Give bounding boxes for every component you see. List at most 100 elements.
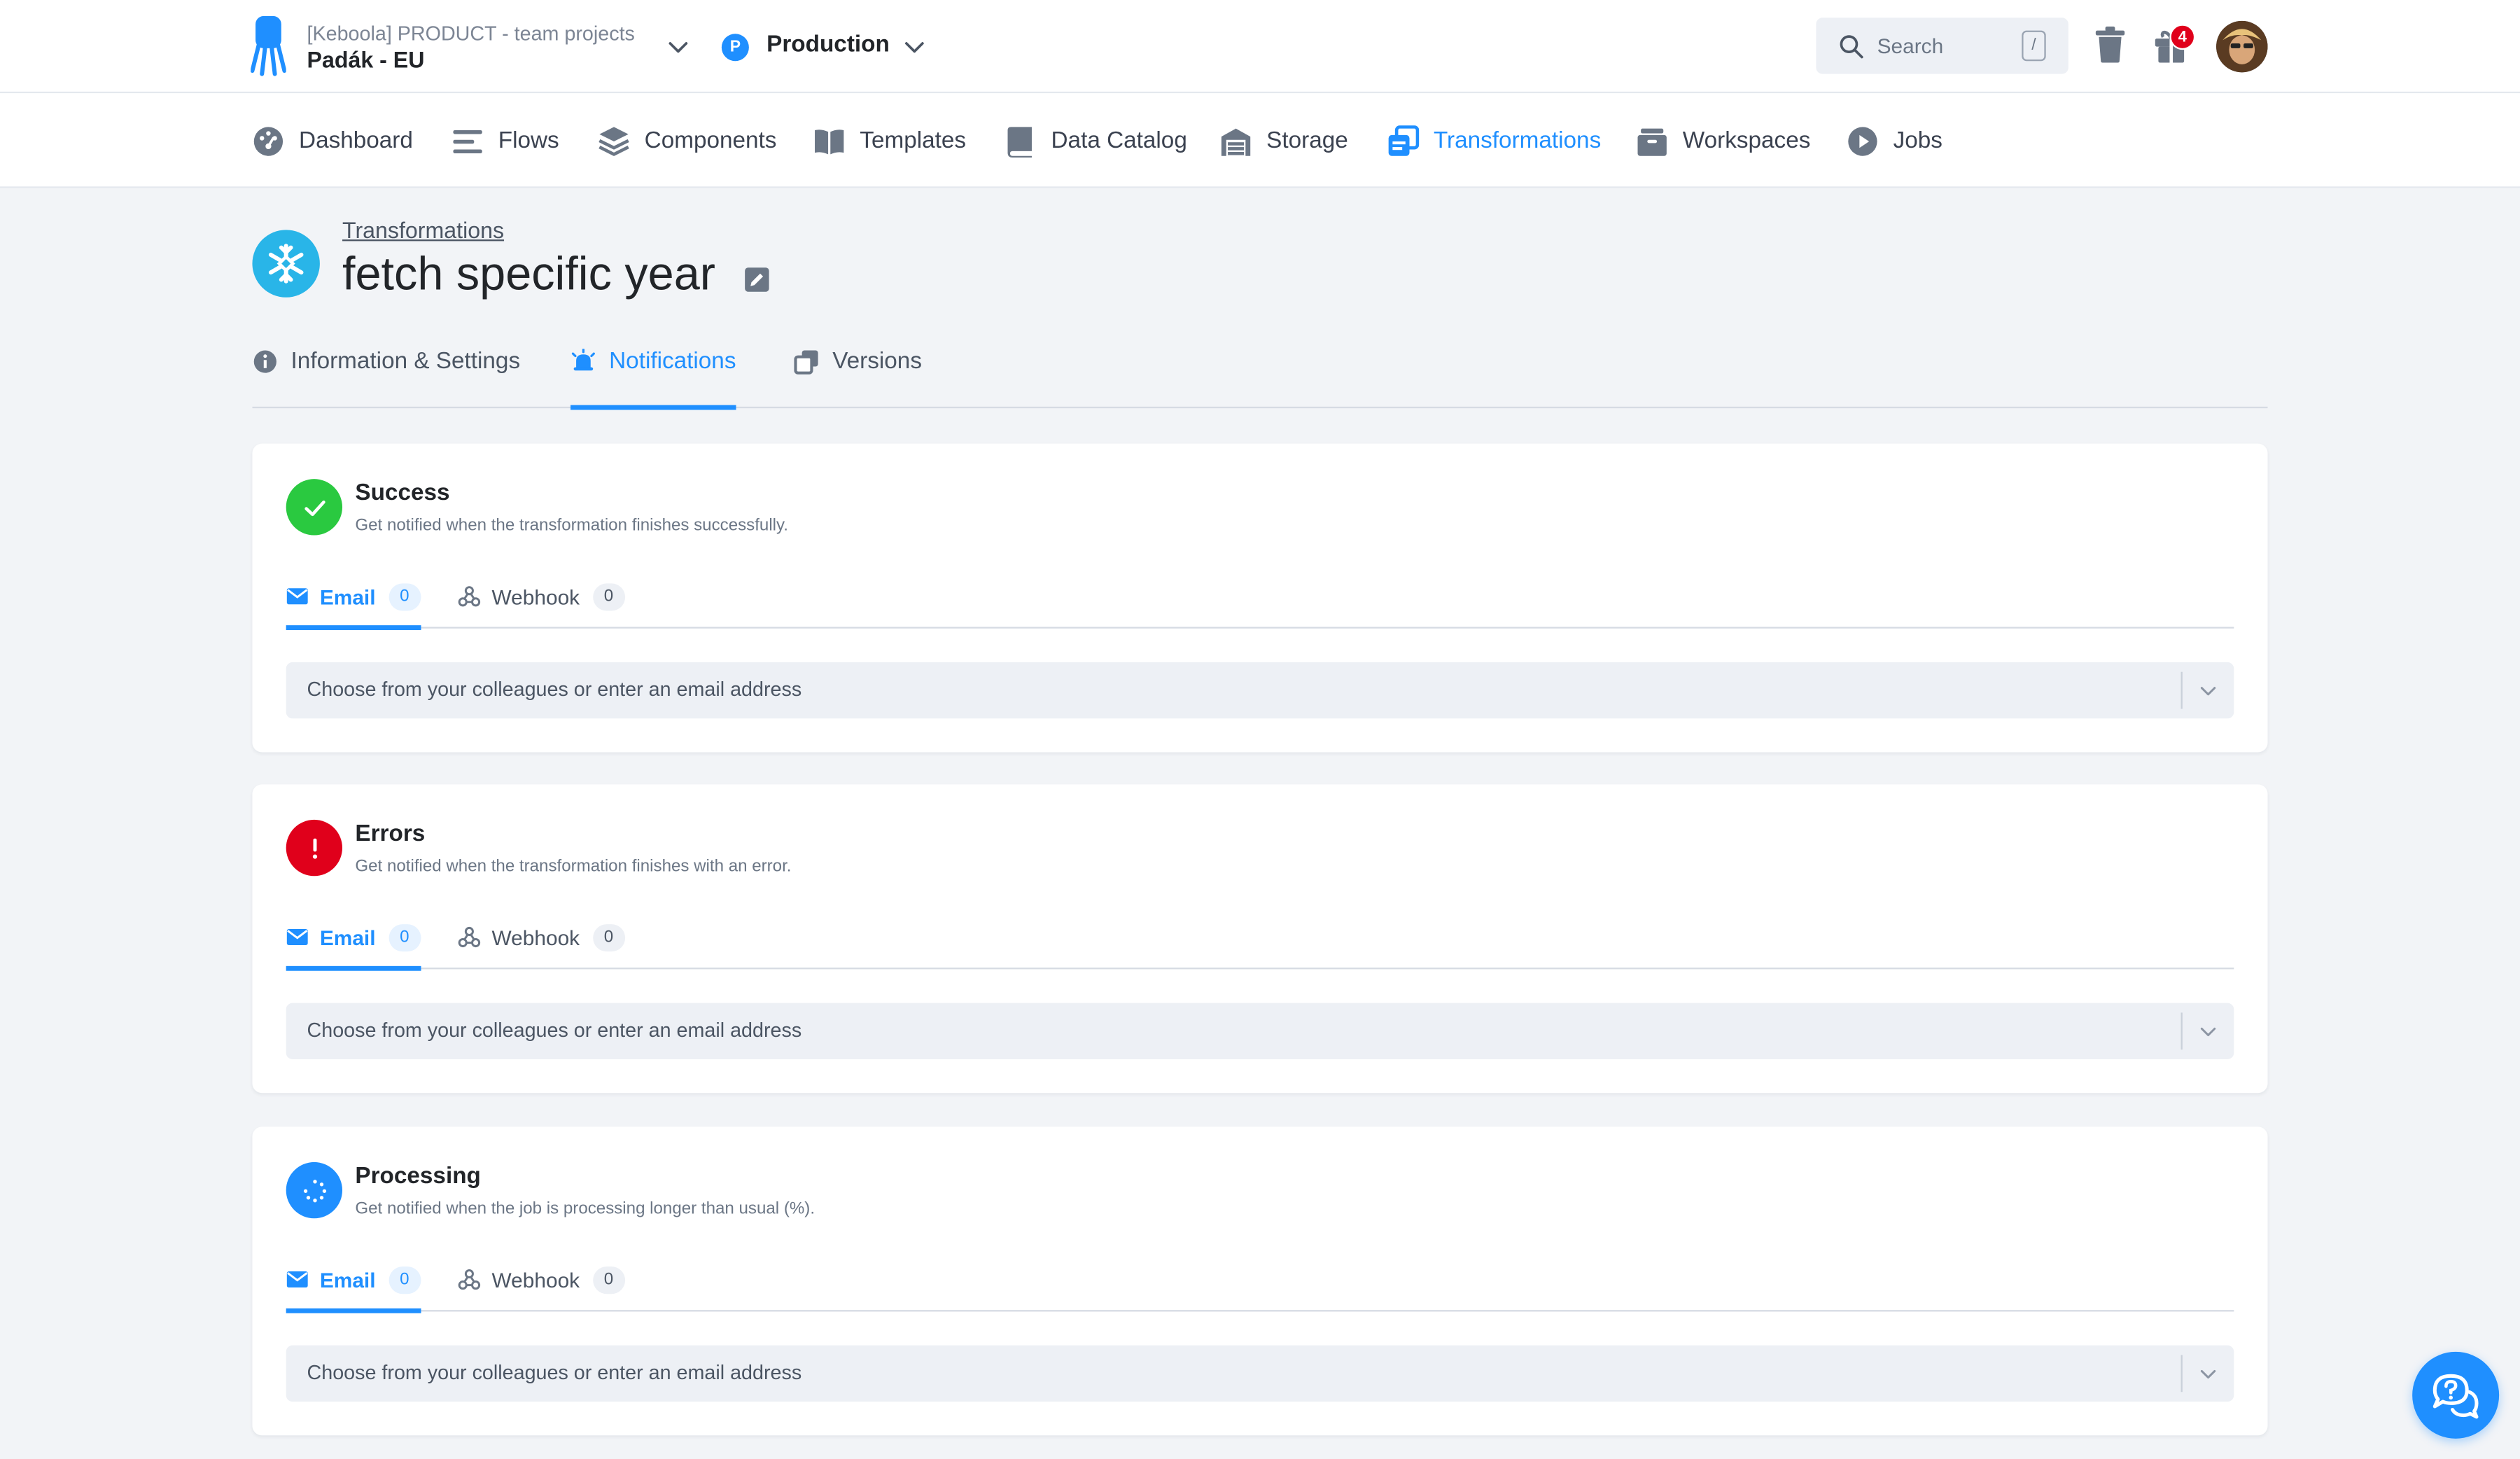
branch-name[interactable]: Production [766, 32, 890, 58]
notification-card-errors: Errors Get notified when the transformat… [252, 784, 2268, 1094]
webhook-count-badge: 0 [592, 582, 625, 610]
email-recipients-select[interactable]: Choose from your colleagues or enter an … [286, 662, 2234, 719]
select-placeholder: Choose from your colleagues or enter an … [307, 1019, 802, 1042]
select-divider [2180, 1355, 2183, 1392]
card-description: Get notified when the job is processing … [355, 1199, 816, 1219]
email-recipients-select[interactable]: Choose from your colleagues or enter an … [286, 1345, 2234, 1402]
error-icon [286, 819, 343, 877]
nav-label: Data Catalog [1051, 127, 1187, 154]
search-shortcut: / [2022, 30, 2046, 62]
tab-label: Email [319, 925, 376, 949]
tab-email[interactable]: Email 0 [286, 1248, 421, 1313]
chevron-down-icon[interactable] [2197, 680, 2219, 702]
trash-icon[interactable] [2092, 26, 2128, 64]
top-bar: [Keboola] PRODUCT - team projects Padák … [0, 0, 2520, 94]
processing-icon [286, 1161, 343, 1219]
nav-label: Storage [1266, 127, 1348, 154]
tab-label: Email [319, 584, 376, 608]
avatar-image [2216, 20, 2268, 73]
tab-information-settings[interactable]: Information & Settings [252, 315, 520, 408]
nav-label: Jobs [1893, 127, 1942, 154]
project-name[interactable]: Padák - EU [307, 47, 425, 73]
search-placeholder: Search [1877, 34, 1944, 58]
email-count-badge: 0 [388, 1266, 421, 1294]
chevron-down-icon[interactable] [2197, 1363, 2219, 1385]
tab-email[interactable]: Email 0 [286, 905, 421, 971]
tab-label: Webhook [491, 584, 580, 608]
page-tabs: Information & Settings Notifications Ver… [252, 315, 2268, 410]
email-count-badge: 0 [388, 923, 421, 951]
webhook-count-badge: 0 [592, 923, 625, 951]
project-organization[interactable]: [Keboola] PRODUCT - team projects [307, 22, 635, 45]
envelope-icon [286, 1271, 308, 1288]
breadcrumb-transformations[interactable]: Transformations [342, 217, 504, 243]
transformations-icon [1388, 124, 1420, 155]
nav-item-components[interactable]: Components [598, 93, 776, 188]
main-navigation: Dashboard Flows Components Templates Dat… [0, 93, 2520, 188]
nav-label: Transformations [1433, 127, 1602, 154]
tab-label: Information & Settings [290, 349, 521, 375]
chevron-down-icon[interactable] [2197, 1021, 2219, 1043]
components-icon [598, 126, 629, 155]
storage-icon [1221, 127, 1251, 155]
select-placeholder: Choose from your colleagues or enter an … [307, 678, 802, 701]
tab-webhook[interactable]: Webhook 0 [458, 564, 625, 629]
nav-item-dashboard[interactable]: Dashboard [252, 93, 413, 188]
webhook-icon [458, 1269, 481, 1290]
tab-label: Webhook [491, 925, 580, 949]
nav-label: Workspaces [1682, 127, 1811, 154]
avatar[interactable] [2216, 20, 2268, 73]
tab-webhook[interactable]: Webhook 0 [458, 905, 625, 970]
email-count-badge: 0 [388, 582, 421, 610]
notification-card-success: Success Get notified when the transforma… [252, 443, 2268, 753]
branch-badge: P [721, 34, 749, 62]
card-description: Get notified when the transformation fin… [355, 856, 792, 877]
nav-label: Templates [860, 127, 967, 154]
email-recipients-select[interactable]: Choose from your colleagues or enter an … [286, 1003, 2234, 1059]
nav-item-templates[interactable]: Templates [813, 93, 966, 188]
tab-label: Notifications [609, 349, 736, 375]
info-icon [253, 350, 276, 373]
card-title: Success [355, 480, 450, 507]
nav-label: Components [644, 127, 777, 154]
card-title: Processing [355, 1164, 481, 1189]
webhook-count-badge: 0 [592, 1266, 625, 1294]
nav-item-workspaces[interactable]: Workspaces [1636, 93, 1810, 188]
workspaces-icon [1637, 127, 1667, 155]
dashboard-icon [253, 126, 284, 155]
select-divider [2180, 671, 2183, 709]
nav-item-transformations[interactable]: Transformations [1387, 93, 1601, 188]
envelope-icon [286, 588, 308, 605]
page-title: fetch specific year [342, 249, 715, 301]
nav-item-data-catalog[interactable]: Data Catalog [1004, 93, 1187, 188]
help-chat-button[interactable] [2412, 1351, 2500, 1439]
tab-label: Versions [832, 349, 922, 375]
webhook-icon [458, 586, 481, 607]
success-icon [286, 479, 343, 536]
nav-item-jobs[interactable]: Jobs [1847, 93, 1942, 188]
chevron-down-icon[interactable] [902, 34, 927, 60]
select-divider [2180, 1012, 2183, 1050]
templates-icon [815, 129, 844, 154]
notification-count-badge: 4 [2169, 24, 2196, 50]
notification-card-processing: Processing Get notified when the job is … [252, 1126, 2268, 1436]
nav-label: Dashboard [299, 127, 413, 154]
channel-tabs: Email 0 Webhook 0 [286, 905, 2234, 971]
search-icon [1840, 35, 1863, 59]
chevron-down-icon[interactable] [666, 34, 692, 60]
edit-icon[interactable] [744, 267, 770, 293]
bell-icon [571, 349, 595, 371]
tab-webhook[interactable]: Webhook 0 [458, 1248, 625, 1312]
nav-label: Flows [498, 127, 559, 154]
webhook-icon [458, 926, 481, 948]
jobs-icon [1848, 126, 1877, 155]
keboola-logo-icon[interactable] [251, 15, 286, 77]
nav-item-storage[interactable]: Storage [1220, 93, 1348, 188]
tab-versions[interactable]: Versions [794, 315, 922, 408]
nav-item-flows[interactable]: Flows [451, 93, 559, 188]
search-input[interactable]: Search / [1816, 18, 2068, 74]
snowflake-icon [252, 230, 320, 298]
card-title: Errors [355, 821, 426, 847]
tab-email[interactable]: Email 0 [286, 564, 421, 630]
tab-notifications[interactable]: Notifications [570, 315, 736, 410]
